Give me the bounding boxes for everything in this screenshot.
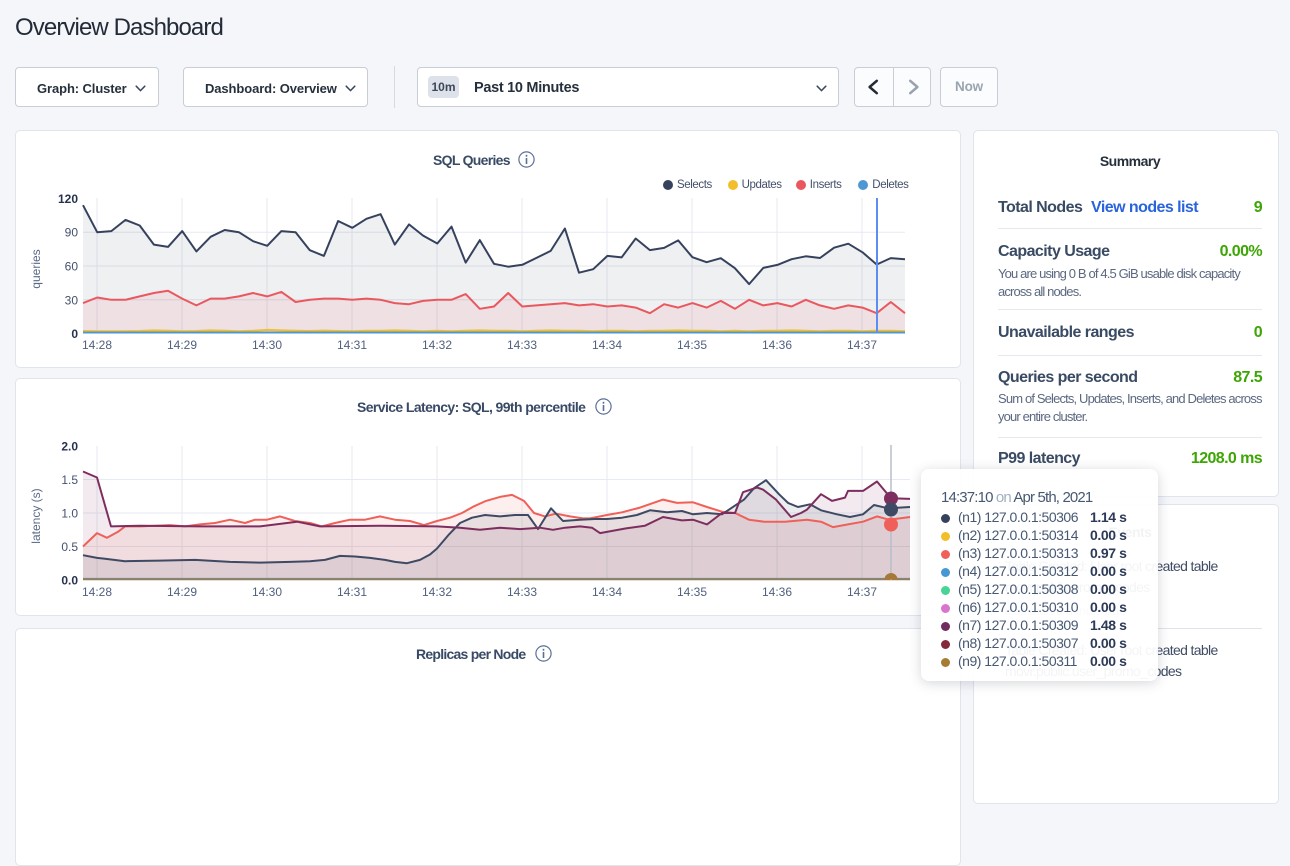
- svg-text:14:31: 14:31: [337, 585, 367, 599]
- svg-text:14:37: 14:37: [847, 338, 877, 352]
- svg-text:0.5: 0.5: [61, 540, 78, 554]
- svg-text:14:30: 14:30: [252, 338, 282, 352]
- svg-text:1.0: 1.0: [61, 507, 78, 521]
- svg-text:1.5: 1.5: [61, 473, 78, 487]
- svg-text:90: 90: [65, 226, 79, 240]
- svg-text:14:29: 14:29: [167, 585, 197, 599]
- svg-text:60: 60: [65, 260, 79, 274]
- svg-text:14:36: 14:36: [762, 338, 792, 352]
- svg-text:14:32: 14:32: [422, 585, 452, 599]
- svg-text:120: 120: [58, 192, 78, 206]
- svg-text:14:36: 14:36: [762, 585, 792, 599]
- svg-text:14:34: 14:34: [592, 338, 622, 352]
- svg-text:14:28: 14:28: [82, 585, 112, 599]
- svg-text:14:37: 14:37: [847, 585, 877, 599]
- svg-text:14:32: 14:32: [422, 338, 452, 352]
- svg-text:0: 0: [71, 327, 78, 341]
- svg-text:14:35: 14:35: [677, 338, 707, 352]
- svg-text:latency (s): latency (s): [29, 488, 43, 543]
- svg-text:30: 30: [65, 293, 79, 307]
- svg-text:2.0: 2.0: [61, 440, 78, 454]
- svg-text:0.0: 0.0: [61, 574, 78, 588]
- svg-text:14:33: 14:33: [507, 585, 537, 599]
- svg-text:14:35: 14:35: [677, 585, 707, 599]
- svg-text:queries: queries: [29, 249, 43, 288]
- svg-text:14:28: 14:28: [82, 338, 112, 352]
- svg-text:14:34: 14:34: [592, 585, 622, 599]
- svg-text:14:30: 14:30: [252, 585, 282, 599]
- svg-text:14:31: 14:31: [337, 338, 367, 352]
- svg-text:14:33: 14:33: [507, 338, 537, 352]
- svg-text:14:29: 14:29: [167, 338, 197, 352]
